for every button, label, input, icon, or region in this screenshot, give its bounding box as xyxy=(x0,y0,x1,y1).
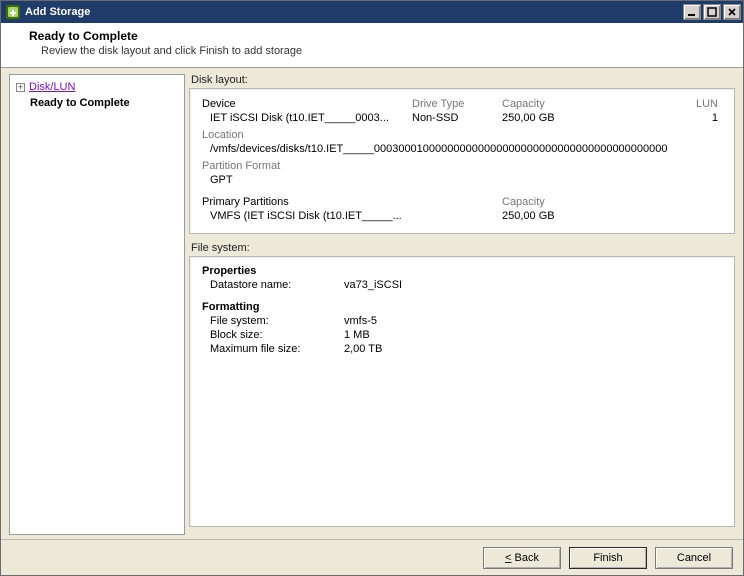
wizard-nav: + Disk/LUN Ready to Complete xyxy=(9,74,185,535)
col-capacity: Capacity xyxy=(502,97,622,111)
add-storage-window: Add Storage Ready to Complete Review the… xyxy=(0,0,744,576)
minimize-button[interactable] xyxy=(683,4,701,20)
titlebar: Add Storage xyxy=(1,1,743,23)
pp-name: VMFS (IET iSCSI Disk (t10.IET_____... xyxy=(202,209,502,223)
file-system-group: File system: Properties Datastore name: … xyxy=(189,242,735,527)
partition-format-value: GPT xyxy=(202,173,724,187)
maximize-button[interactable] xyxy=(703,4,721,20)
page-subtitle: Review the disk layout and click Finish … xyxy=(41,45,733,57)
device-lun: 1 xyxy=(622,111,724,125)
primary-partition-row: VMFS (IET iSCSI Disk (t10.IET_____... 25… xyxy=(202,209,724,223)
block-size-label: Block size: xyxy=(210,329,340,341)
pp-capacity: 250,00 GB xyxy=(502,209,724,223)
back-button[interactable]: < Back xyxy=(483,547,561,569)
window-title: Add Storage xyxy=(25,6,90,18)
fs-type-label: File system: xyxy=(210,315,340,327)
max-file-size-value: 2,00 TB xyxy=(344,343,724,355)
page-title: Ready to Complete xyxy=(29,29,733,43)
location-value: /vmfs/devices/disks/t10.IET_____00030001… xyxy=(202,142,724,156)
nav-item-disk-lun[interactable]: + Disk/LUN xyxy=(16,81,178,95)
max-file-size-label: Maximum file size: xyxy=(210,343,340,355)
primary-partitions-table: Primary Partitions Capacity VMFS (IET iS… xyxy=(202,195,724,223)
disk-layout-group: Disk layout: Device Drive Type Capacity … xyxy=(189,74,735,234)
disk-layout-label: Disk layout: xyxy=(189,74,735,88)
partition-format-label: Partition Format xyxy=(202,156,724,173)
file-system-box: Properties Datastore name: va73_iSCSI Fo… xyxy=(189,256,735,527)
col-lun: LUN xyxy=(622,97,724,111)
close-button[interactable] xyxy=(723,4,741,20)
formatting-heading: Formatting xyxy=(202,301,724,313)
block-size-value: 1 MB xyxy=(344,329,724,341)
ds-name-label: Datastore name: xyxy=(210,279,340,291)
device-drivetype: Non-SSD xyxy=(412,111,502,125)
vsphere-icon xyxy=(5,4,21,20)
col-device: Device xyxy=(202,97,412,111)
device-capacity: 250,00 GB xyxy=(502,111,622,125)
wizard-button-bar: < Back Finish Cancel xyxy=(1,539,743,575)
device-name: IET iSCSI Disk (t10.IET_____0003... xyxy=(202,111,412,125)
wizard-body: + Disk/LUN Ready to Complete Disk layout… xyxy=(1,68,743,539)
col-drivetype: Drive Type xyxy=(412,97,502,111)
primary-partitions-label: Primary Partitions xyxy=(202,195,412,209)
nav-link-disk-lun[interactable]: Disk/LUN xyxy=(29,81,75,93)
pp-capacity-label: Capacity xyxy=(502,195,724,209)
disk-layout-box: Device Drive Type Capacity LUN IET iSCSI… xyxy=(189,88,735,234)
nav-item-ready: Ready to Complete xyxy=(30,97,178,109)
file-system-label: File system: xyxy=(189,242,735,256)
tree-expander-icon[interactable]: + xyxy=(16,83,25,92)
wizard-content: Disk layout: Device Drive Type Capacity … xyxy=(189,74,735,535)
fs-type-value: vmfs-5 xyxy=(344,315,724,327)
ds-name-value: va73_iSCSI xyxy=(344,279,724,291)
finish-button[interactable]: Finish xyxy=(569,547,647,569)
properties-heading: Properties xyxy=(202,265,724,277)
cancel-button[interactable]: Cancel xyxy=(655,547,733,569)
device-row: IET iSCSI Disk (t10.IET_____0003... Non-… xyxy=(202,111,724,125)
device-table: Device Drive Type Capacity LUN IET iSCSI… xyxy=(202,97,724,187)
location-label: Location xyxy=(202,125,724,142)
wizard-header: Ready to Complete Review the disk layout… xyxy=(1,23,743,68)
